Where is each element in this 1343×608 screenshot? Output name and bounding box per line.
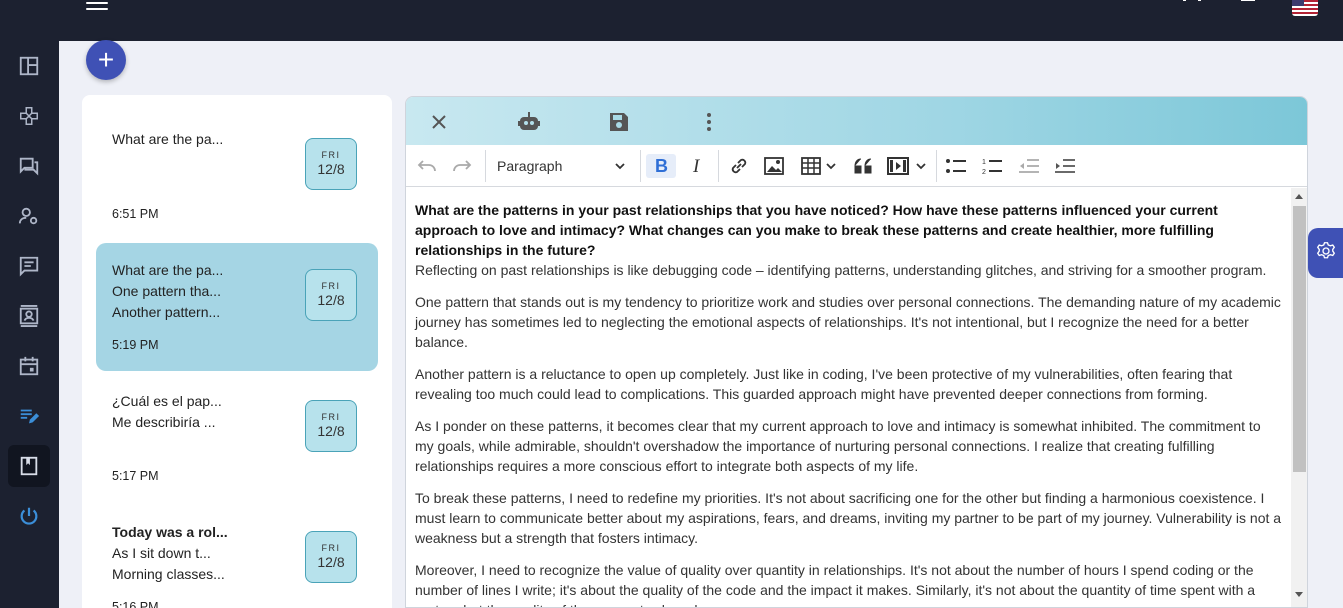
- bulleted-list-icon[interactable]: [944, 154, 968, 178]
- outdent-icon[interactable]: [1017, 154, 1041, 178]
- list-item[interactable]: What are the pa... FRI 12/8 6:51 PM: [96, 112, 378, 240]
- scroll-down-icon[interactable]: [1295, 592, 1303, 597]
- redo-icon[interactable]: [451, 154, 473, 178]
- more-vert-icon[interactable]: [696, 109, 722, 135]
- italic-button[interactable]: I: [686, 154, 708, 178]
- entry-preview: What are the pa...: [112, 129, 223, 150]
- fullscreen-icon[interactable]: [1183, 0, 1201, 8]
- add-label: +: [97, 44, 115, 75]
- gear-icon: [1316, 241, 1335, 265]
- us-flag-icon[interactable]: [1292, 0, 1318, 16]
- entry-line: Morning classes...: [112, 566, 225, 582]
- paragraph: As I ponder on these patterns, it become…: [415, 418, 1261, 474]
- contact-card-icon[interactable]: [8, 295, 50, 337]
- date-day: 12/8: [317, 554, 345, 570]
- editor-header: [406, 97, 1307, 145]
- link-icon[interactable]: [727, 154, 751, 178]
- bell-icon[interactable]: [1239, 0, 1257, 8]
- calendar-icon[interactable]: [8, 345, 50, 387]
- paragraph: Another pattern is a reluctance to open …: [415, 366, 1233, 402]
- date-day: 12/8: [317, 161, 345, 177]
- date-dow: FRI: [321, 412, 341, 422]
- entry-line: One pattern tha...: [112, 283, 221, 299]
- date-badge: FRI 12/8: [305, 400, 357, 452]
- entry-time: 5:17 PM: [112, 469, 159, 483]
- chevron-down-icon: [614, 154, 626, 185]
- date-dow: FRI: [321, 543, 341, 553]
- date-badge: FRI 12/8: [305, 138, 357, 190]
- editor-toolbar: Paragraph B I 1 2: [406, 145, 1307, 187]
- entry-preview: Today was a rol... As I sit down t... Mo…: [112, 522, 228, 585]
- bold-button[interactable]: B: [646, 154, 676, 178]
- gamepad-icon[interactable]: [8, 95, 50, 137]
- paragraph: One pattern that stands out is my tenden…: [415, 294, 1281, 350]
- paragraph: Reflecting on past relationships is like…: [415, 262, 1267, 278]
- entry-time: 5:16 PM: [112, 600, 159, 608]
- user-settings-icon[interactable]: [8, 195, 50, 237]
- svg-text:1: 1: [982, 159, 986, 166]
- hamburger-icon[interactable]: [86, 0, 108, 12]
- entry-preview: ¿Cuál es el pap... Me describiría ...: [112, 391, 222, 433]
- image-icon[interactable]: [762, 154, 786, 178]
- sidebar: [0, 41, 59, 608]
- entry-line: ¿Cuál es el pap...: [112, 393, 222, 409]
- date-badge: FRI 12/8: [305, 269, 357, 321]
- top-bar: [0, 0, 1343, 41]
- date-dow: FRI: [321, 281, 341, 291]
- numbered-list-icon[interactable]: 12: [980, 154, 1004, 178]
- settings-button[interactable]: [1308, 228, 1343, 278]
- paragraph-style-select[interactable]: Paragraph: [490, 154, 630, 178]
- paragraph-style-label: Paragraph: [497, 158, 563, 174]
- journal-editor: Paragraph B I 1 2 What are the patterns …: [405, 96, 1308, 608]
- prompt-question: What are the patterns in your past relat…: [415, 202, 1218, 258]
- paragraph: To break these patterns, I need to redef…: [415, 490, 1282, 546]
- paragraph: Moreover, I need to recognize the value …: [415, 562, 1256, 607]
- list-item[interactable]: ¿Cuál es el pap... Me describiría ... FR…: [96, 374, 378, 502]
- date-dow: FRI: [321, 150, 341, 160]
- svg-text:2: 2: [982, 169, 986, 175]
- message-icon[interactable]: [8, 245, 50, 287]
- svg-text:I: I: [692, 157, 701, 175]
- power-icon[interactable]: [8, 495, 50, 537]
- scroll-up-icon[interactable]: [1295, 194, 1303, 199]
- close-icon[interactable]: [426, 109, 452, 135]
- entry-line: What are the pa...: [112, 262, 224, 278]
- dashboard-icon[interactable]: [8, 45, 50, 87]
- robot-icon[interactable]: [516, 109, 542, 135]
- entry-line: What are the pa...: [112, 131, 224, 147]
- quote-icon[interactable]: [852, 154, 876, 178]
- undo-icon[interactable]: [416, 154, 438, 178]
- entry-time: 6:51 PM: [112, 207, 159, 221]
- journal-icon[interactable]: [8, 445, 50, 487]
- forum-icon[interactable]: [8, 145, 50, 187]
- media-embed-icon[interactable]: [886, 154, 930, 178]
- entry-line: As I sit down t...: [112, 545, 211, 561]
- date-day: 12/8: [317, 423, 345, 439]
- entries-list: What are the pa... FRI 12/8 6:51 PM What…: [82, 95, 392, 608]
- entry-preview: What are the pa... One pattern tha... An…: [112, 260, 223, 323]
- entry-line: Another pattern...: [112, 304, 221, 320]
- entry-line: Today was a rol...: [112, 524, 228, 540]
- svg-text:B: B: [655, 157, 668, 175]
- editor-scrollbar[interactable]: [1291, 188, 1307, 607]
- date-day: 12/8: [317, 292, 345, 308]
- list-item[interactable]: Today was a rol... As I sit down t... Mo…: [96, 505, 378, 608]
- indent-icon[interactable]: [1053, 154, 1077, 178]
- entry-time: 5:19 PM: [112, 338, 159, 352]
- save-icon[interactable]: [606, 109, 632, 135]
- edit-note-icon[interactable]: [8, 395, 50, 437]
- scroll-thumb[interactable]: [1293, 206, 1306, 472]
- add-entry-button[interactable]: +: [86, 40, 126, 80]
- date-badge: FRI 12/8: [305, 531, 357, 583]
- entry-line: Me describiría ...: [112, 414, 216, 430]
- editor-content[interactable]: What are the patterns in your past relat…: [406, 188, 1291, 607]
- table-icon[interactable]: [800, 154, 840, 178]
- list-item[interactable]: What are the pa... One pattern tha... An…: [96, 243, 378, 371]
- entry-body-start: What are the patterns in your past relat…: [415, 200, 1282, 280]
